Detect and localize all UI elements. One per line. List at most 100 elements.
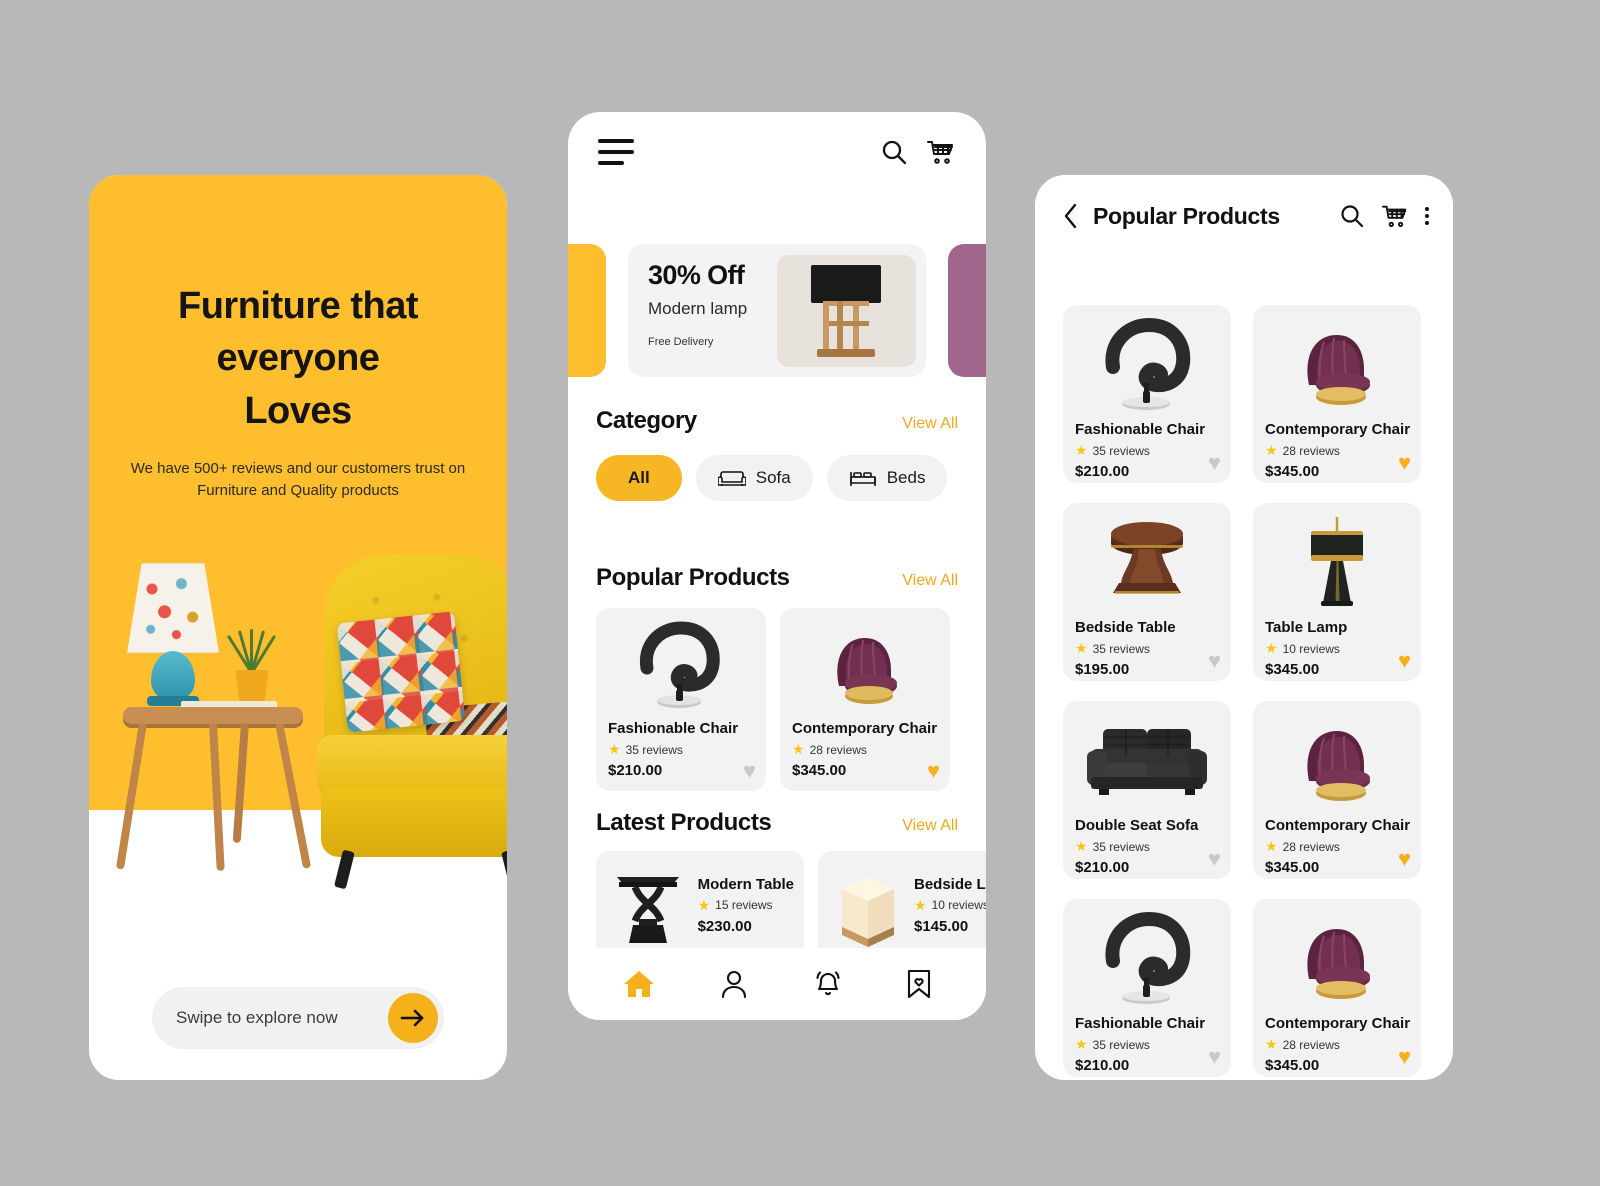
product-review-count: 35 reviews [1092, 1037, 1150, 1052]
product-price: $210.00 [1075, 463, 1130, 480]
product-card[interactable]: Contemporary Chair ★ 28 reviews $345.00 … [1253, 899, 1421, 1077]
chevron-left-icon[interactable] [1063, 202, 1079, 230]
product-reviews: ★ 28 reviews [792, 741, 938, 758]
category-section-header: Category View All [568, 407, 986, 435]
product-card[interactable]: Fashionable Chair ★ 35 reviews $210.00 ♥ [1063, 899, 1231, 1077]
design-canvas: Furniture that everyone Loves We have 50… [0, 0, 1600, 1186]
product-reviews: ★ 15 reviews [698, 897, 794, 914]
home-icon[interactable] [622, 969, 656, 999]
bookmark-heart-icon[interactable] [906, 969, 932, 999]
latest-view-all[interactable]: View All [902, 817, 958, 835]
shopping-cart-icon[interactable] [926, 138, 956, 166]
page-title: Popular Products [1093, 202, 1280, 229]
category-chip-beds[interactable]: Beds [826, 455, 948, 501]
favorite-heart-icon[interactable]: ♥ [1398, 848, 1411, 870]
product-card[interactable]: Double Seat Sofa ★ 35 reviews $210.00 ♥ [1063, 701, 1231, 879]
shopping-cart-icon[interactable] [1381, 203, 1409, 229]
black-swivel-chair-image [608, 618, 754, 714]
headline-line-3: Loves [244, 389, 352, 432]
favorite-heart-icon[interactable]: ♥ [1398, 650, 1411, 672]
onboarding-headline: Furniture that everyone Loves [89, 280, 507, 437]
product-price: $345.00 [1265, 463, 1320, 480]
product-name: Contemporary Chair [1265, 817, 1411, 834]
product-grid: Fashionable Chair ★ 35 reviews $210.00 ♥ [1035, 257, 1453, 1077]
product-card[interactable]: Contemporary Chair ★ 28 reviews $345.00 … [780, 608, 950, 791]
favorite-heart-icon[interactable]: ♥ [1398, 452, 1411, 474]
product-name: Modern Table [697, 875, 794, 893]
star-icon: ★ [1265, 640, 1278, 656]
latest-section-header: Latest Products View All [568, 809, 986, 837]
armchair-leg [501, 849, 507, 890]
search-icon[interactable] [880, 138, 908, 166]
arrow-right-icon[interactable] [388, 993, 438, 1043]
hamburger-menu-icon[interactable] [598, 139, 638, 165]
category-view-all[interactable]: View All [902, 415, 958, 433]
product-card[interactable]: Fashionable Chair ★ 35 reviews $210.00 ♥ [596, 608, 766, 791]
popular-title: Popular Products [596, 564, 790, 591]
person-icon[interactable] [719, 969, 749, 999]
category-chip-all[interactable]: All [596, 455, 682, 501]
product-review-count: 28 reviews [1282, 443, 1340, 458]
product-reviews: ★ 35 reviews [1075, 838, 1219, 855]
headline-line-2: everyone [216, 337, 380, 380]
product-review-count: 28 reviews [1282, 839, 1340, 854]
product-price: $195.00 [1075, 661, 1130, 678]
side-table-leg [232, 722, 249, 843]
product-reviews: ★ 28 reviews [1265, 442, 1409, 459]
product-name: Fashionable Chair [608, 720, 739, 737]
promo-discount: 30% Off [648, 260, 745, 290]
latest-product-card[interactable]: Bedside Lamp ★ 10 reviews $145.00 [818, 851, 986, 959]
star-icon: ★ [608, 741, 621, 757]
category-chip-sofa[interactable]: Sofa [695, 455, 813, 501]
wood-pedestal-table-image [1075, 513, 1219, 613]
swipe-to-explore-button[interactable]: Swipe to explore now [152, 987, 444, 1049]
category-chip-list: All Sofa Beds [568, 455, 986, 501]
popular-view-all[interactable]: View All [902, 572, 958, 590]
star-icon: ★ [1265, 838, 1278, 854]
cube-lamp-image [828, 861, 908, 949]
product-price: $210.00 [608, 762, 663, 779]
product-reviews: ★ 28 reviews [1265, 1036, 1409, 1053]
product-review-count: 28 reviews [1282, 1037, 1340, 1052]
product-reviews: ★ 35 reviews [1075, 640, 1219, 657]
product-card[interactable]: Contemporary Chair ★ 28 reviews $345.00 … [1253, 305, 1421, 483]
category-chip-beds-label: Beds [886, 468, 926, 487]
product-price: $345.00 [792, 762, 847, 779]
product-name: Contemporary Chair [1265, 1015, 1411, 1032]
favorite-heart-icon[interactable]: ♥ [1398, 1046, 1411, 1068]
geometric-cushion [336, 611, 466, 733]
side-table-leg [209, 722, 225, 872]
promo-carousel[interactable]: 30% Off Modern lamp Free Delivery [568, 244, 986, 377]
promo-banner[interactable]: 30% Off Modern lamp Free Delivery [628, 244, 926, 377]
favorite-heart-icon[interactable]: ♥ [1208, 1046, 1221, 1068]
black-swivel-chair-image [1075, 909, 1219, 1009]
headline-line-1: Furniture that [178, 285, 418, 327]
purple-velvet-chair-image [1265, 909, 1409, 1009]
product-price: $210.00 [1075, 1057, 1130, 1074]
latest-product-card[interactable]: Modern Table ★ 15 reviews $230.00 [596, 851, 804, 959]
product-name: Double Seat Sofa [1075, 817, 1199, 834]
home-screen: 30% Off Modern lamp Free Delivery Catego… [568, 112, 986, 1020]
favorite-heart-icon[interactable]: ♥ [1208, 650, 1221, 672]
favorite-heart-icon[interactable]: ♥ [927, 760, 940, 782]
favorite-heart-icon[interactable]: ♥ [1208, 452, 1221, 474]
product-card[interactable]: Fashionable Chair ★ 35 reviews $210.00 ♥ [1063, 305, 1231, 483]
carousel-slide-next[interactable] [948, 244, 986, 377]
bell-icon[interactable] [813, 969, 843, 999]
popular-product-list: Fashionable Chair ★ 35 reviews $210.00 ♥ [568, 608, 986, 791]
onboarding-subtext: We have 500+ reviews and our customers t… [130, 460, 466, 499]
table-lamp-base-icon [151, 651, 195, 701]
favorite-heart-icon[interactable]: ♥ [743, 760, 756, 782]
product-card[interactable]: Table Lamp ★ 10 reviews $345.00 ♥ [1253, 503, 1421, 681]
product-card[interactable]: Bedside Table ★ 35 reviews $195.00 ♥ [1063, 503, 1231, 681]
product-card[interactable]: Contemporary Chair ★ 28 reviews $345.00 … [1253, 701, 1421, 879]
bed-icon [849, 468, 877, 488]
product-reviews: ★ 35 reviews [1075, 1036, 1219, 1053]
category-chip-sofa-label: Sofa [755, 468, 791, 487]
potted-plant-icon [226, 627, 277, 674]
carousel-slide-prev[interactable] [568, 244, 606, 377]
more-vertical-icon[interactable] [1425, 207, 1429, 225]
lamp-shade [811, 265, 881, 303]
search-icon[interactable] [1339, 203, 1365, 229]
favorite-heart-icon[interactable]: ♥ [1208, 848, 1221, 870]
